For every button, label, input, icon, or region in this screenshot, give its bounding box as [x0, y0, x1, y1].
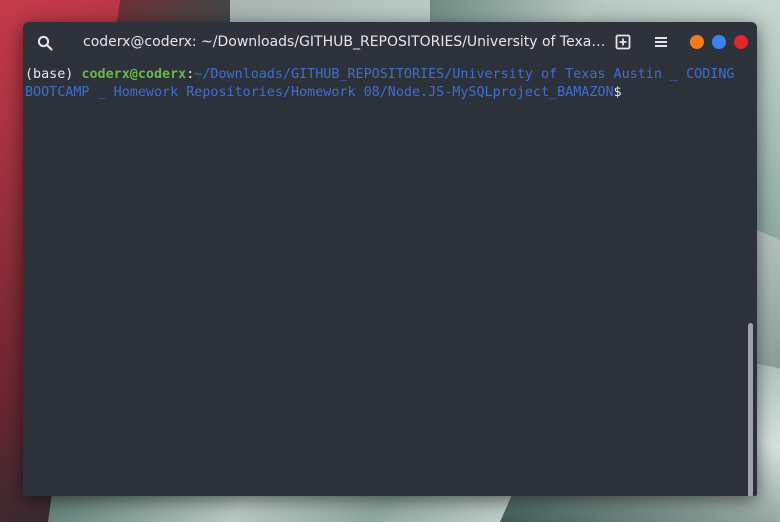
- conda-env-label: (base): [25, 67, 82, 82]
- terminal-window[interactable]: coderx@coderx: ~/Downloads/GITHUB_REPOSI…: [23, 22, 757, 496]
- window-title: coderx@coderx: ~/Downloads/GITHUB_REPOSI…: [83, 34, 606, 50]
- user-host: coderx@coderx: [81, 67, 187, 82]
- prompt-line: (base) coderx@coderx:~/Downloads/GITHUB_…: [25, 66, 737, 102]
- close-button[interactable]: [734, 35, 748, 49]
- maximize-button[interactable]: [712, 35, 726, 49]
- menu-button[interactable]: [651, 32, 671, 52]
- scrollbar[interactable]: [748, 323, 753, 496]
- terminal-output[interactable]: (base) coderx@coderx:~/Downloads/GITHUB_…: [23, 63, 757, 496]
- prompt-symbol: $: [613, 85, 622, 100]
- title-bar[interactable]: coderx@coderx: ~/Downloads/GITHUB_REPOSI…: [23, 22, 757, 63]
- search-button[interactable]: [23, 22, 67, 63]
- minimize-button[interactable]: [690, 35, 704, 49]
- hamburger-menu-icon: [655, 37, 667, 47]
- new-tab-button[interactable]: [613, 32, 633, 52]
- new-tab-icon: [615, 34, 631, 50]
- search-icon: [37, 35, 53, 51]
